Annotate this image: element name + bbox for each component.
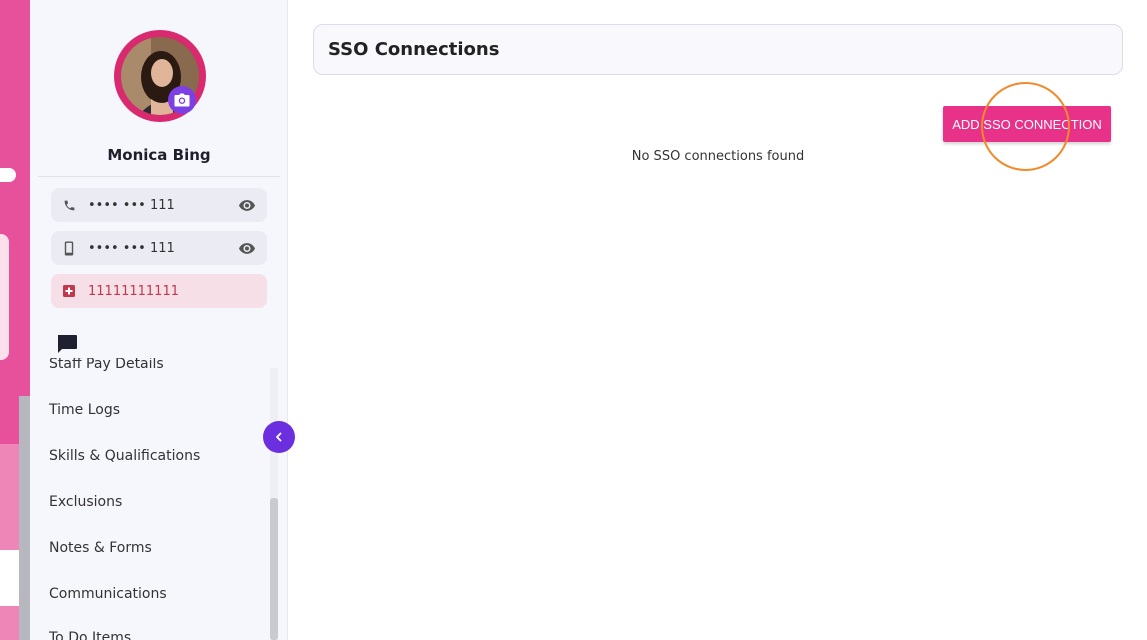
collapse-sidebar-button[interactable]	[263, 421, 295, 453]
sidebar-item-communications[interactable]: Communications	[49, 586, 167, 602]
sidebar-item-staff-pay-details[interactable]: Staff Pay Details	[49, 358, 164, 372]
chevron-left-icon	[276, 432, 282, 442]
divider	[38, 176, 280, 177]
sidebar-item-exclusions[interactable]: Exclusions	[49, 494, 122, 510]
empty-state-message: No SSO connections found	[631, 149, 805, 164]
background-scrollbar	[19, 396, 30, 640]
sidebar-nav: Staff Pay Details Time Logs Skills & Qua…	[30, 358, 288, 640]
background-card	[0, 234, 9, 360]
background-block	[0, 550, 19, 606]
profile-name: Monica Bing	[107, 146, 211, 164]
sidebar-item-to-do-items[interactable]: To Do Items	[49, 630, 131, 640]
background-pill	[0, 168, 16, 182]
mobile-row: •••• ••• 111	[51, 231, 267, 265]
sidebar-item-time-logs[interactable]: Time Logs	[49, 402, 120, 418]
chat-bubble-icon[interactable]	[56, 333, 78, 355]
sidebar-item-skills-qualifications[interactable]: Skills & Qualifications	[49, 448, 200, 464]
main-content: SSO Connections ADD SSO CONNECTION No SS…	[289, 0, 1147, 640]
mobile-value: •••• ••• 111	[88, 240, 175, 256]
mobile-icon	[62, 240, 76, 256]
sidebar-item-notes-forms[interactable]: Notes & Forms	[49, 540, 152, 556]
page-title: SSO Connections	[328, 39, 500, 60]
background-app-strip	[0, 0, 30, 640]
avatar[interactable]	[114, 30, 206, 122]
phone-value: •••• ••• 111	[88, 197, 175, 213]
emergency-value: 11111111111	[88, 283, 179, 299]
sidebar-scrollbar-thumb[interactable]	[270, 498, 278, 640]
eye-icon[interactable]	[238, 242, 256, 254]
phone-row: •••• ••• 111	[51, 188, 267, 222]
medical-cross-icon	[62, 283, 76, 299]
camera-icon[interactable]	[168, 86, 196, 114]
page-header: SSO Connections	[313, 24, 1123, 75]
eye-icon[interactable]	[238, 199, 256, 211]
add-sso-connection-button[interactable]: ADD SSO CONNECTION	[943, 106, 1111, 142]
emergency-row: 11111111111	[51, 274, 267, 308]
phone-icon	[62, 197, 76, 213]
profile-sidebar: Monica Bing •••• ••• 111 •••• ••• 111 11…	[30, 0, 288, 640]
